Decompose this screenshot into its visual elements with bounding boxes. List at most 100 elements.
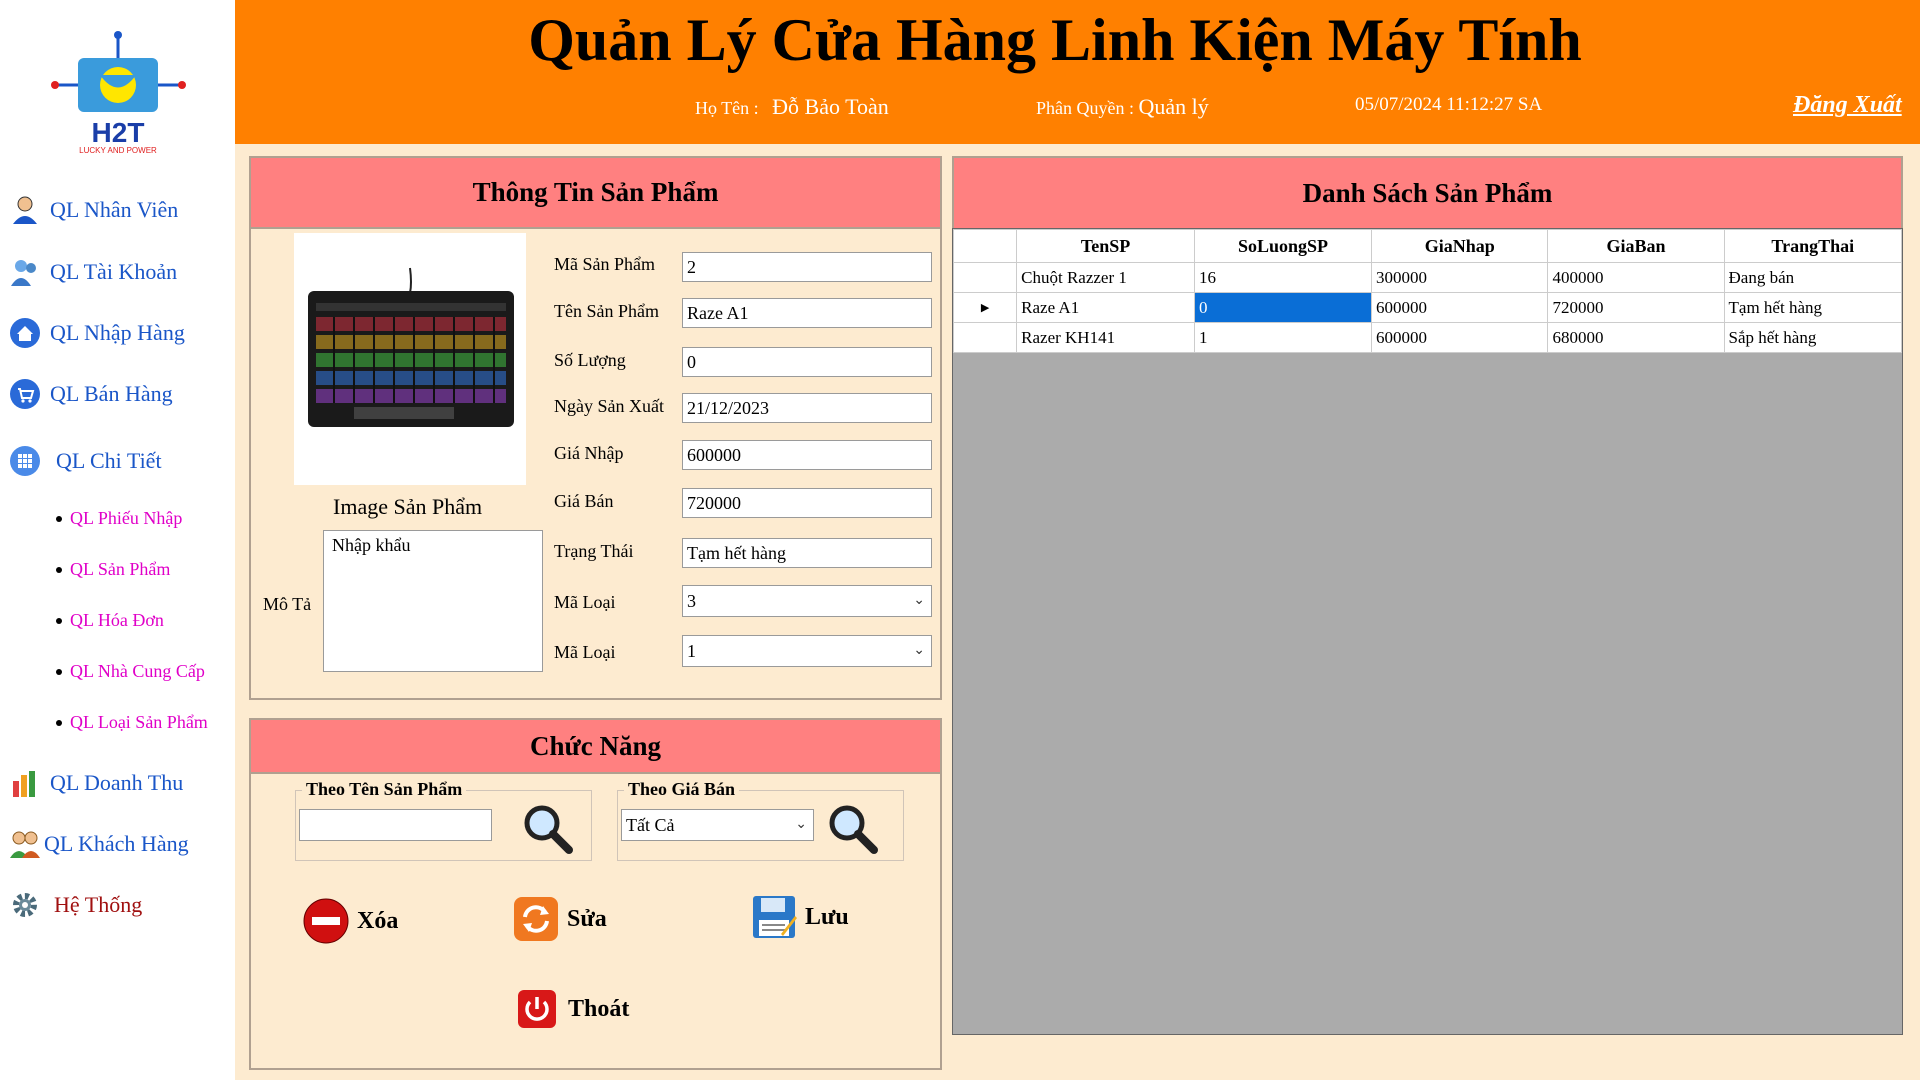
- functions-title: Chức Năng: [251, 720, 940, 774]
- table-cell[interactable]: Đang bán: [1723, 262, 1903, 293]
- employee-icon: [8, 193, 42, 227]
- table-cell[interactable]: 680000: [1547, 322, 1725, 353]
- delete-icon: [303, 898, 349, 944]
- edit-button[interactable]: Sửa: [513, 896, 607, 942]
- search-icon: [520, 805, 574, 859]
- app-logo: H2T LUCKY AND POWER: [50, 30, 190, 155]
- sidebar-item-sales[interactable]: QL Bán Hàng: [8, 377, 173, 411]
- bullet-icon: [56, 668, 62, 675]
- table-cell[interactable]: 720000: [1547, 292, 1725, 323]
- refresh-icon: [513, 896, 559, 942]
- table-cell[interactable]: Tạm hết hàng: [1723, 292, 1903, 323]
- table-cell[interactable]: 400000: [1547, 262, 1725, 293]
- description-textarea[interactable]: Nhập khẩu: [323, 530, 543, 672]
- functions-panel: Chức Năng Theo Tên Sản Phẩm Theo Giá Bán…: [249, 718, 942, 1070]
- sidebar-item-accounts[interactable]: QL Tài Khoản: [8, 255, 177, 289]
- table-cell[interactable]: Sắp hết hàng: [1723, 322, 1903, 353]
- row-header[interactable]: ▶: [952, 292, 1018, 323]
- subnav-item-import-receipts[interactable]: QL Phiếu Nhập: [56, 508, 182, 529]
- row-header[interactable]: [952, 322, 1018, 353]
- sidebar-item-imports[interactable]: QL Nhập Hàng: [8, 316, 185, 350]
- table-row[interactable]: Chuột Razzer 1 16 300000 400000 Đang bán: [952, 262, 1903, 293]
- import-price-label: Giá Nhập: [554, 443, 624, 463]
- cart-icon: [8, 377, 42, 411]
- row-header[interactable]: [952, 262, 1018, 293]
- manufacture-date-label: Ngày Sản Xuất: [554, 396, 664, 416]
- column-header-giaban[interactable]: GiaBan: [1547, 229, 1725, 263]
- table-cell-selected[interactable]: 0: [1193, 292, 1373, 323]
- exit-button[interactable]: Thoát: [514, 986, 629, 1032]
- search-name-input[interactable]: [299, 809, 492, 841]
- app-header: Quản Lý Cửa Hàng Linh Kiện Máy Tính Họ T…: [235, 0, 1920, 144]
- sidebar-item-revenue[interactable]: QL Doanh Thu: [8, 766, 183, 800]
- table-row[interactable]: Razer KH141 1 600000 680000 Sắp hết hàng: [952, 322, 1903, 353]
- row-header-corner: [952, 229, 1018, 263]
- category-id-select-2[interactable]: 1 ⌄: [682, 635, 932, 667]
- column-header-trangthai[interactable]: TrangThai: [1723, 229, 1903, 263]
- product-info-title: Thông Tin Sản Phẩm: [251, 158, 940, 229]
- user-name-value: Đỗ Bảo Toàn: [772, 94, 889, 119]
- search-by-name-group: Theo Tên Sản Phẩm: [295, 779, 592, 861]
- table-cell[interactable]: 1: [1193, 322, 1373, 353]
- sidebar-item-system[interactable]: Hệ Thống: [8, 888, 142, 922]
- category-id-label: Mã Loại: [554, 592, 616, 612]
- table-row[interactable]: ▶ Raze A1 0 600000 720000 Tạm hết hàng: [952, 292, 1903, 323]
- save-button[interactable]: Lưu: [751, 894, 849, 940]
- user-name-label: Họ Tên :: [695, 98, 759, 118]
- column-header-gianhap[interactable]: GiaNhap: [1371, 229, 1549, 263]
- account-icon: [8, 255, 42, 289]
- power-icon: [514, 986, 560, 1032]
- sidebar-item-details[interactable]: QL Chi Tiết: [8, 444, 162, 478]
- table-cell[interactable]: Chuột Razzer 1: [1016, 262, 1195, 293]
- status-input[interactable]: Tạm hết hàng: [682, 538, 932, 568]
- sale-price-input[interactable]: 720000: [682, 488, 932, 518]
- search-by-name-label: Theo Tên Sản Phẩm: [302, 779, 467, 800]
- column-header-soluongsp[interactable]: SoLuongSP: [1193, 229, 1373, 263]
- search-by-price-label: Theo Giá Bán: [624, 779, 740, 800]
- app-title: Quản Lý Cửa Hàng Linh Kiện Máy Tính: [528, 7, 1582, 73]
- grid-icon: [8, 444, 42, 478]
- search-price-button[interactable]: [825, 801, 879, 860]
- table-cell[interactable]: 600000: [1371, 322, 1549, 353]
- sidebar-item-employees[interactable]: QL Nhân Viên: [8, 193, 178, 227]
- sidebar: H2T LUCKY AND POWER QL Nhân Viên QL Tài …: [0, 0, 235, 1080]
- product-image[interactable]: [294, 233, 526, 485]
- manufacture-date-input[interactable]: 21/12/2023: [682, 393, 932, 423]
- user-role-label: Phân Quyền :: [1036, 98, 1134, 118]
- table-cell[interactable]: 16: [1193, 262, 1373, 293]
- gear-icon: [8, 888, 42, 922]
- logout-link[interactable]: Đăng Xuất: [1793, 92, 1902, 119]
- product-id-input[interactable]: 2: [682, 252, 932, 282]
- import-price-input[interactable]: 600000: [682, 440, 932, 470]
- search-name-button[interactable]: [520, 801, 574, 860]
- delete-button[interactable]: Xóa: [303, 898, 398, 944]
- bullet-icon: [56, 719, 62, 726]
- user-role-value: Quản lý: [1138, 94, 1209, 119]
- sidebar-item-customers[interactable]: QL Khách Hàng: [8, 827, 189, 861]
- status-label: Trạng Thái: [554, 541, 634, 561]
- product-grid[interactable]: TenSP SoLuongSP GiaNhap GiaBan TrangThai…: [952, 228, 1903, 1035]
- column-header-tensp[interactable]: TenSP: [1016, 229, 1195, 263]
- table-cell[interactable]: Raze A1: [1016, 292, 1195, 323]
- current-row-arrow-icon: ▶: [980, 302, 990, 314]
- subnav-item-product-types[interactable]: QL Loại Sản Phẩm: [56, 712, 208, 733]
- bullet-icon: [56, 566, 62, 573]
- chevron-down-icon: ⌄: [795, 817, 807, 832]
- subnav-item-invoices[interactable]: QL Hóa Đơn: [56, 610, 164, 631]
- logo-text: H2T: [92, 117, 145, 148]
- product-name-label: Tên Sản Phẩm: [554, 301, 659, 321]
- table-cell[interactable]: 600000: [1371, 292, 1549, 323]
- quantity-input[interactable]: 0: [682, 347, 932, 377]
- search-by-price-group: Theo Giá Bán Tất Cả ⌄: [617, 779, 904, 861]
- price-filter-select[interactable]: Tất Cả ⌄: [621, 809, 814, 841]
- table-cell[interactable]: 300000: [1371, 262, 1549, 293]
- subnav-item-suppliers[interactable]: QL Nhà Cung Cấp: [56, 661, 205, 682]
- table-cell[interactable]: Razer KH141: [1016, 322, 1195, 353]
- product-list-panel: Danh Sách Sản Phẩm: [952, 156, 1903, 228]
- quantity-label: Số Lượng: [554, 350, 626, 370]
- product-table: TenSP SoLuongSP GiaNhap GiaBan TrangThai…: [952, 229, 1903, 353]
- logo-tagline: LUCKY AND POWER: [79, 146, 157, 155]
- product-name-input[interactable]: Raze A1: [682, 298, 932, 328]
- category-id-select[interactable]: 3 ⌄: [682, 585, 932, 617]
- subnav-item-products[interactable]: QL Sản Phẩm: [56, 559, 170, 580]
